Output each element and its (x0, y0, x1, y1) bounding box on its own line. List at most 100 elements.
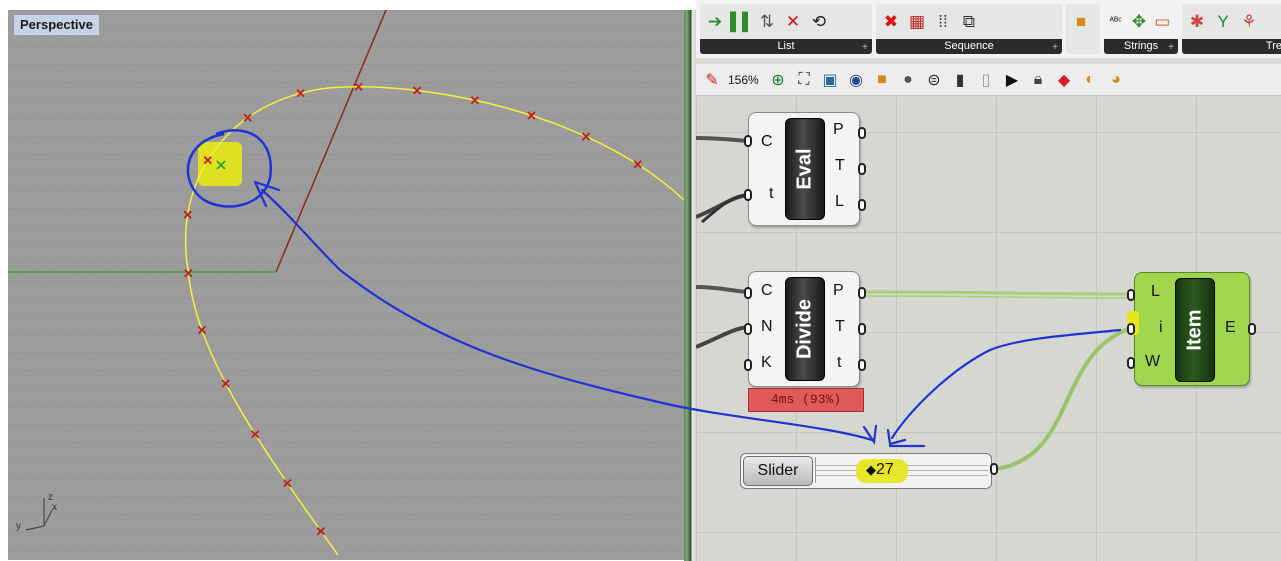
ribbon-group-title-strings: Strings (1104, 39, 1178, 54)
axis-label-y: y (16, 521, 21, 532)
output-grip[interactable] (858, 323, 866, 335)
tree-icon[interactable]: ✱ (1186, 11, 1208, 33)
range-icon[interactable]: ⧉ (958, 11, 980, 33)
pane-splitter[interactable] (684, 10, 696, 561)
preview-eye-icon[interactable]: ◉ (846, 70, 866, 90)
viewport-title[interactable]: Perspective (14, 15, 99, 35)
run-icon[interactable]: ▶ (1002, 70, 1022, 90)
component-core[interactable]: Divide (785, 277, 825, 381)
series-icon[interactable]: ⁞⁞ (932, 11, 954, 33)
output-t[interactable]: T (835, 157, 845, 175)
input-c[interactable]: C (761, 133, 773, 151)
axis-label-x: x (52, 502, 57, 513)
output-grip[interactable] (858, 127, 866, 139)
shift-list-icon[interactable]: ⟲ (808, 11, 830, 33)
slider-track[interactable]: ◆27 (815, 457, 988, 483)
component-name: Divide (793, 298, 816, 360)
grasshopper-window: ➔ ▌▌ ⇅ ✕ ⟲ List + ✖ ▦ ⁞⁞ ⧉ Sequence + ■ (696, 0, 1281, 561)
viewport-canvas: x y z (8, 10, 684, 560)
zoom-extents-icon[interactable]: ⛶ (794, 71, 814, 89)
slider-value-text: 27 (876, 461, 894, 478)
output-l[interactable]: L (835, 193, 844, 211)
cull-pattern-icon[interactable]: ✖ (880, 11, 902, 33)
expand-icon[interactable]: + (1168, 42, 1174, 53)
sketch-icon[interactable]: ✎ (702, 70, 722, 90)
input-w[interactable]: W (1145, 353, 1160, 371)
profiler-timer: 4ms (93%) (748, 388, 864, 412)
ribbon-group-sequence: ✖ ▦ ⁞⁞ ⧉ Sequence + (876, 4, 1062, 54)
ribbon-group-list: ➔ ▌▌ ⇅ ✕ ⟲ List + (700, 4, 872, 54)
output-t-param[interactable]: t (837, 354, 841, 372)
enable-icon[interactable]: ▮ (950, 70, 970, 90)
input-l[interactable]: L (1151, 283, 1160, 301)
graft-icon[interactable]: ⚘ (1238, 11, 1260, 33)
grid-icon[interactable]: ▦ (906, 11, 928, 33)
canvas-toolbar: ✎ 156% ⊕ ⛶ ▣ ◉ ■ ● ⊜ ▮ ▯ ▶ 🔒︎ ◆ ◐ ◕ (696, 64, 1281, 96)
output-grip[interactable] (1248, 323, 1256, 335)
text-icon[interactable]: ᴬᴮᶜ (1106, 11, 1125, 33)
list-split-icon[interactable]: ▌▌ (730, 11, 754, 33)
input-c[interactable]: C (761, 282, 773, 300)
bake-icon[interactable]: ◆ (1054, 70, 1074, 90)
output-grip[interactable] (858, 199, 866, 211)
divide-component[interactable]: C N K Divide P T t (748, 271, 860, 387)
input-grip[interactable] (744, 323, 752, 335)
ribbon-group-strings-title: Strings + (1104, 38, 1178, 54)
input-i[interactable]: i (1159, 319, 1163, 337)
input-n[interactable]: N (761, 318, 773, 336)
eval-component[interactable]: C t Eval P T L (748, 112, 860, 226)
branch-icon[interactable]: Y (1212, 11, 1234, 33)
input-grip[interactable] (744, 287, 752, 299)
output-p[interactable]: P (833, 282, 844, 300)
shading-icon[interactable]: ◐ (1080, 71, 1100, 89)
material-icon[interactable]: ◕ (1106, 71, 1126, 89)
input-t[interactable]: t (769, 185, 773, 203)
output-p[interactable]: P (833, 121, 844, 139)
slider-value[interactable]: ◆27 (866, 461, 894, 479)
slider-label[interactable]: Slider (743, 456, 813, 486)
cull-x-icon[interactable]: ✕ (782, 11, 804, 33)
input-grip[interactable] (744, 189, 752, 201)
input-grip[interactable] (744, 135, 752, 147)
list-item-icon[interactable]: ➔ (704, 11, 726, 33)
output-grip[interactable] (858, 359, 866, 371)
ribbon-group-title-sequence: Sequence (876, 39, 1062, 54)
output-e[interactable]: E (1225, 319, 1236, 337)
expand-icon[interactable]: + (1052, 42, 1058, 53)
concat-icon[interactable]: ▭ (1153, 11, 1172, 33)
map-icon[interactable]: ▣ (820, 70, 840, 90)
output-grip[interactable] (858, 287, 866, 299)
output-t[interactable]: T (835, 318, 845, 336)
number-slider[interactable]: Slider ◆27 (740, 453, 992, 489)
rhino-viewport[interactable]: x y z Perspective (8, 10, 684, 560)
grasshopper-canvas[interactable]: C t Eval P T L C N K Divide P T t 4ms (9… (696, 97, 1281, 561)
expand-icon[interactable]: + (862, 42, 868, 53)
component-ribbon: ➔ ▌▌ ⇅ ✕ ⟲ List + ✖ ▦ ⁞⁞ ⧉ Sequence + ■ (696, 0, 1281, 58)
component-core[interactable]: Eval (785, 118, 825, 220)
item-component[interactable]: L i W Item E (1127, 272, 1250, 386)
lock-icon[interactable]: 🔒︎ (1028, 71, 1048, 89)
zoom-in-icon[interactable]: ⊕ (768, 70, 788, 90)
input-grip[interactable] (1127, 289, 1135, 301)
zoom-level[interactable]: 156% (728, 73, 762, 87)
component-name: Eval (793, 148, 816, 190)
sort-list-icon[interactable]: ⇅ (756, 11, 778, 33)
axis-label-z: z (48, 492, 53, 503)
input-grip[interactable] (1127, 323, 1135, 335)
input-grip[interactable] (744, 359, 752, 371)
input-k[interactable]: K (761, 354, 772, 372)
ribbon-group-tree: ✱ Y ⚘ Tre (1182, 4, 1281, 54)
ribbon-group-title-tree: Tre (1182, 39, 1281, 54)
group-icon[interactable]: ■ (872, 71, 892, 89)
format-icon[interactable]: ✥ (1129, 11, 1148, 33)
input-grip[interactable] (1127, 357, 1135, 369)
slider-grip-icon[interactable]: ◆ (866, 462, 876, 477)
disable-icon[interactable]: ▯ (976, 70, 996, 90)
component-core[interactable]: Item (1175, 278, 1215, 382)
output-grip[interactable] (990, 463, 998, 475)
component-name: Item (1183, 309, 1206, 351)
mesh-icon[interactable]: ⊜ (924, 70, 944, 90)
ribbon-group-title-list: List (700, 39, 872, 54)
output-grip[interactable] (858, 163, 866, 175)
cluster-icon[interactable]: ● (898, 71, 918, 89)
